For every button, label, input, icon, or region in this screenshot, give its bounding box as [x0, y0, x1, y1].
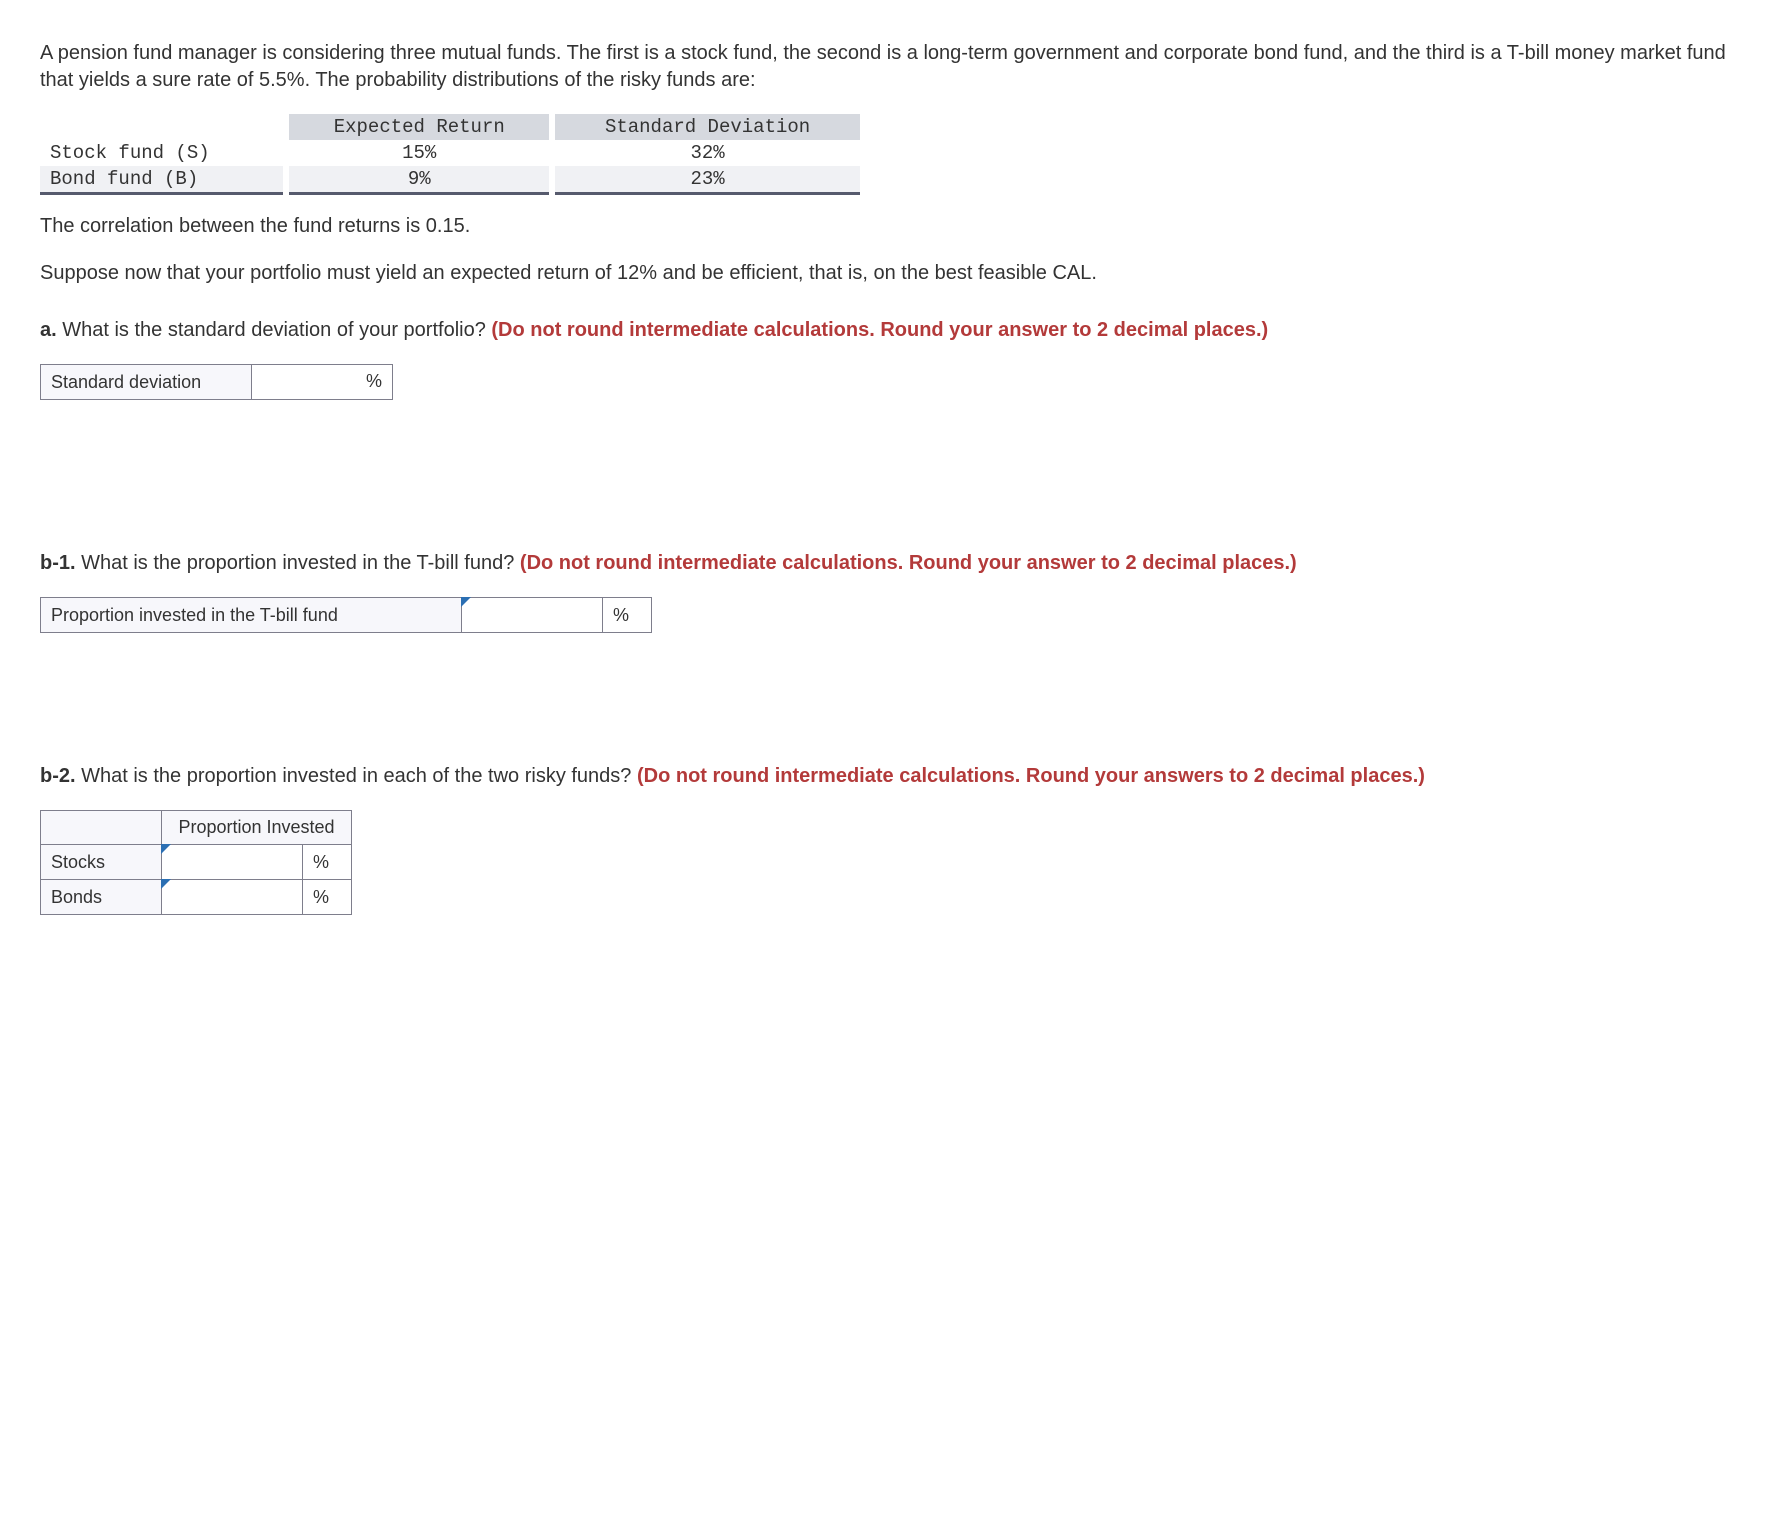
bonds-input-cell[interactable]	[162, 880, 303, 915]
q-text: What is the proportion invested in each …	[81, 765, 637, 787]
row-label: Bonds	[41, 880, 162, 915]
std-dev-input[interactable]	[282, 371, 366, 393]
question-b2: b-2. What is the proportion invested in …	[40, 763, 1752, 790]
row-label: Stocks	[41, 845, 162, 880]
q-label: b-2.	[40, 765, 76, 787]
correlation-text: The correlation between the fund returns…	[40, 213, 1752, 240]
row-sd: 32%	[552, 140, 860, 166]
unit-label: %	[603, 598, 652, 633]
question-a: a. What is the standard deviation of you…	[40, 317, 1752, 344]
col-blank	[41, 811, 162, 845]
tbill-input-cell[interactable]	[462, 598, 603, 633]
unit-label: %	[303, 845, 352, 880]
answer-table-a: Standard deviation %	[40, 364, 393, 400]
q-hint: (Do not round intermediate calculations.…	[637, 765, 1425, 787]
q-text: What is the proportion invested in the T…	[81, 552, 520, 574]
col-expected-return: Expected Return	[286, 114, 552, 140]
row-label: Bond fund (B)	[40, 166, 286, 194]
row-er: 9%	[286, 166, 552, 194]
stocks-input-cell[interactable]	[162, 845, 303, 880]
indicator-icon	[161, 879, 171, 889]
col-proportion: Proportion Invested	[162, 811, 352, 845]
unit-label: %	[303, 880, 352, 915]
fund-data-table: Expected Return Standard Deviation Stock…	[40, 114, 860, 195]
row-er: 15%	[286, 140, 552, 166]
intro-paragraph: A pension fund manager is considering th…	[40, 40, 1752, 94]
indicator-icon	[161, 844, 171, 854]
col-blank	[40, 114, 286, 140]
unit-label: %	[366, 371, 382, 391]
row-label: Standard deviation	[41, 365, 252, 400]
table-row: Bonds %	[41, 880, 352, 915]
q-label: a.	[40, 319, 57, 341]
q-label: b-1.	[40, 552, 76, 574]
q-text: What is the standard deviation of your p…	[62, 319, 491, 341]
table-row: Stocks %	[41, 845, 352, 880]
table-row: Stock fund (S) 15% 32%	[40, 140, 860, 166]
q-hint: (Do not round intermediate calculations.…	[491, 319, 1268, 341]
row-label: Proportion invested in the T-bill fund	[41, 598, 462, 633]
std-dev-input-cell[interactable]: %	[252, 365, 393, 400]
stocks-input[interactable]	[208, 851, 292, 873]
tbill-input[interactable]	[508, 604, 592, 626]
row-label: Stock fund (S)	[40, 140, 286, 166]
indicator-icon	[461, 597, 471, 607]
col-std-dev: Standard Deviation	[552, 114, 860, 140]
suppose-text: Suppose now that your portfolio must yie…	[40, 260, 1752, 287]
answer-table-b2: Proportion Invested Stocks % Bonds %	[40, 810, 352, 915]
bonds-input[interactable]	[208, 886, 292, 908]
row-sd: 23%	[552, 166, 860, 194]
table-row: Bond fund (B) 9% 23%	[40, 166, 860, 194]
answer-table-b1: Proportion invested in the T-bill fund %	[40, 597, 652, 633]
question-b1: b-1. What is the proportion invested in …	[40, 550, 1752, 577]
q-hint: (Do not round intermediate calculations.…	[520, 552, 1297, 574]
